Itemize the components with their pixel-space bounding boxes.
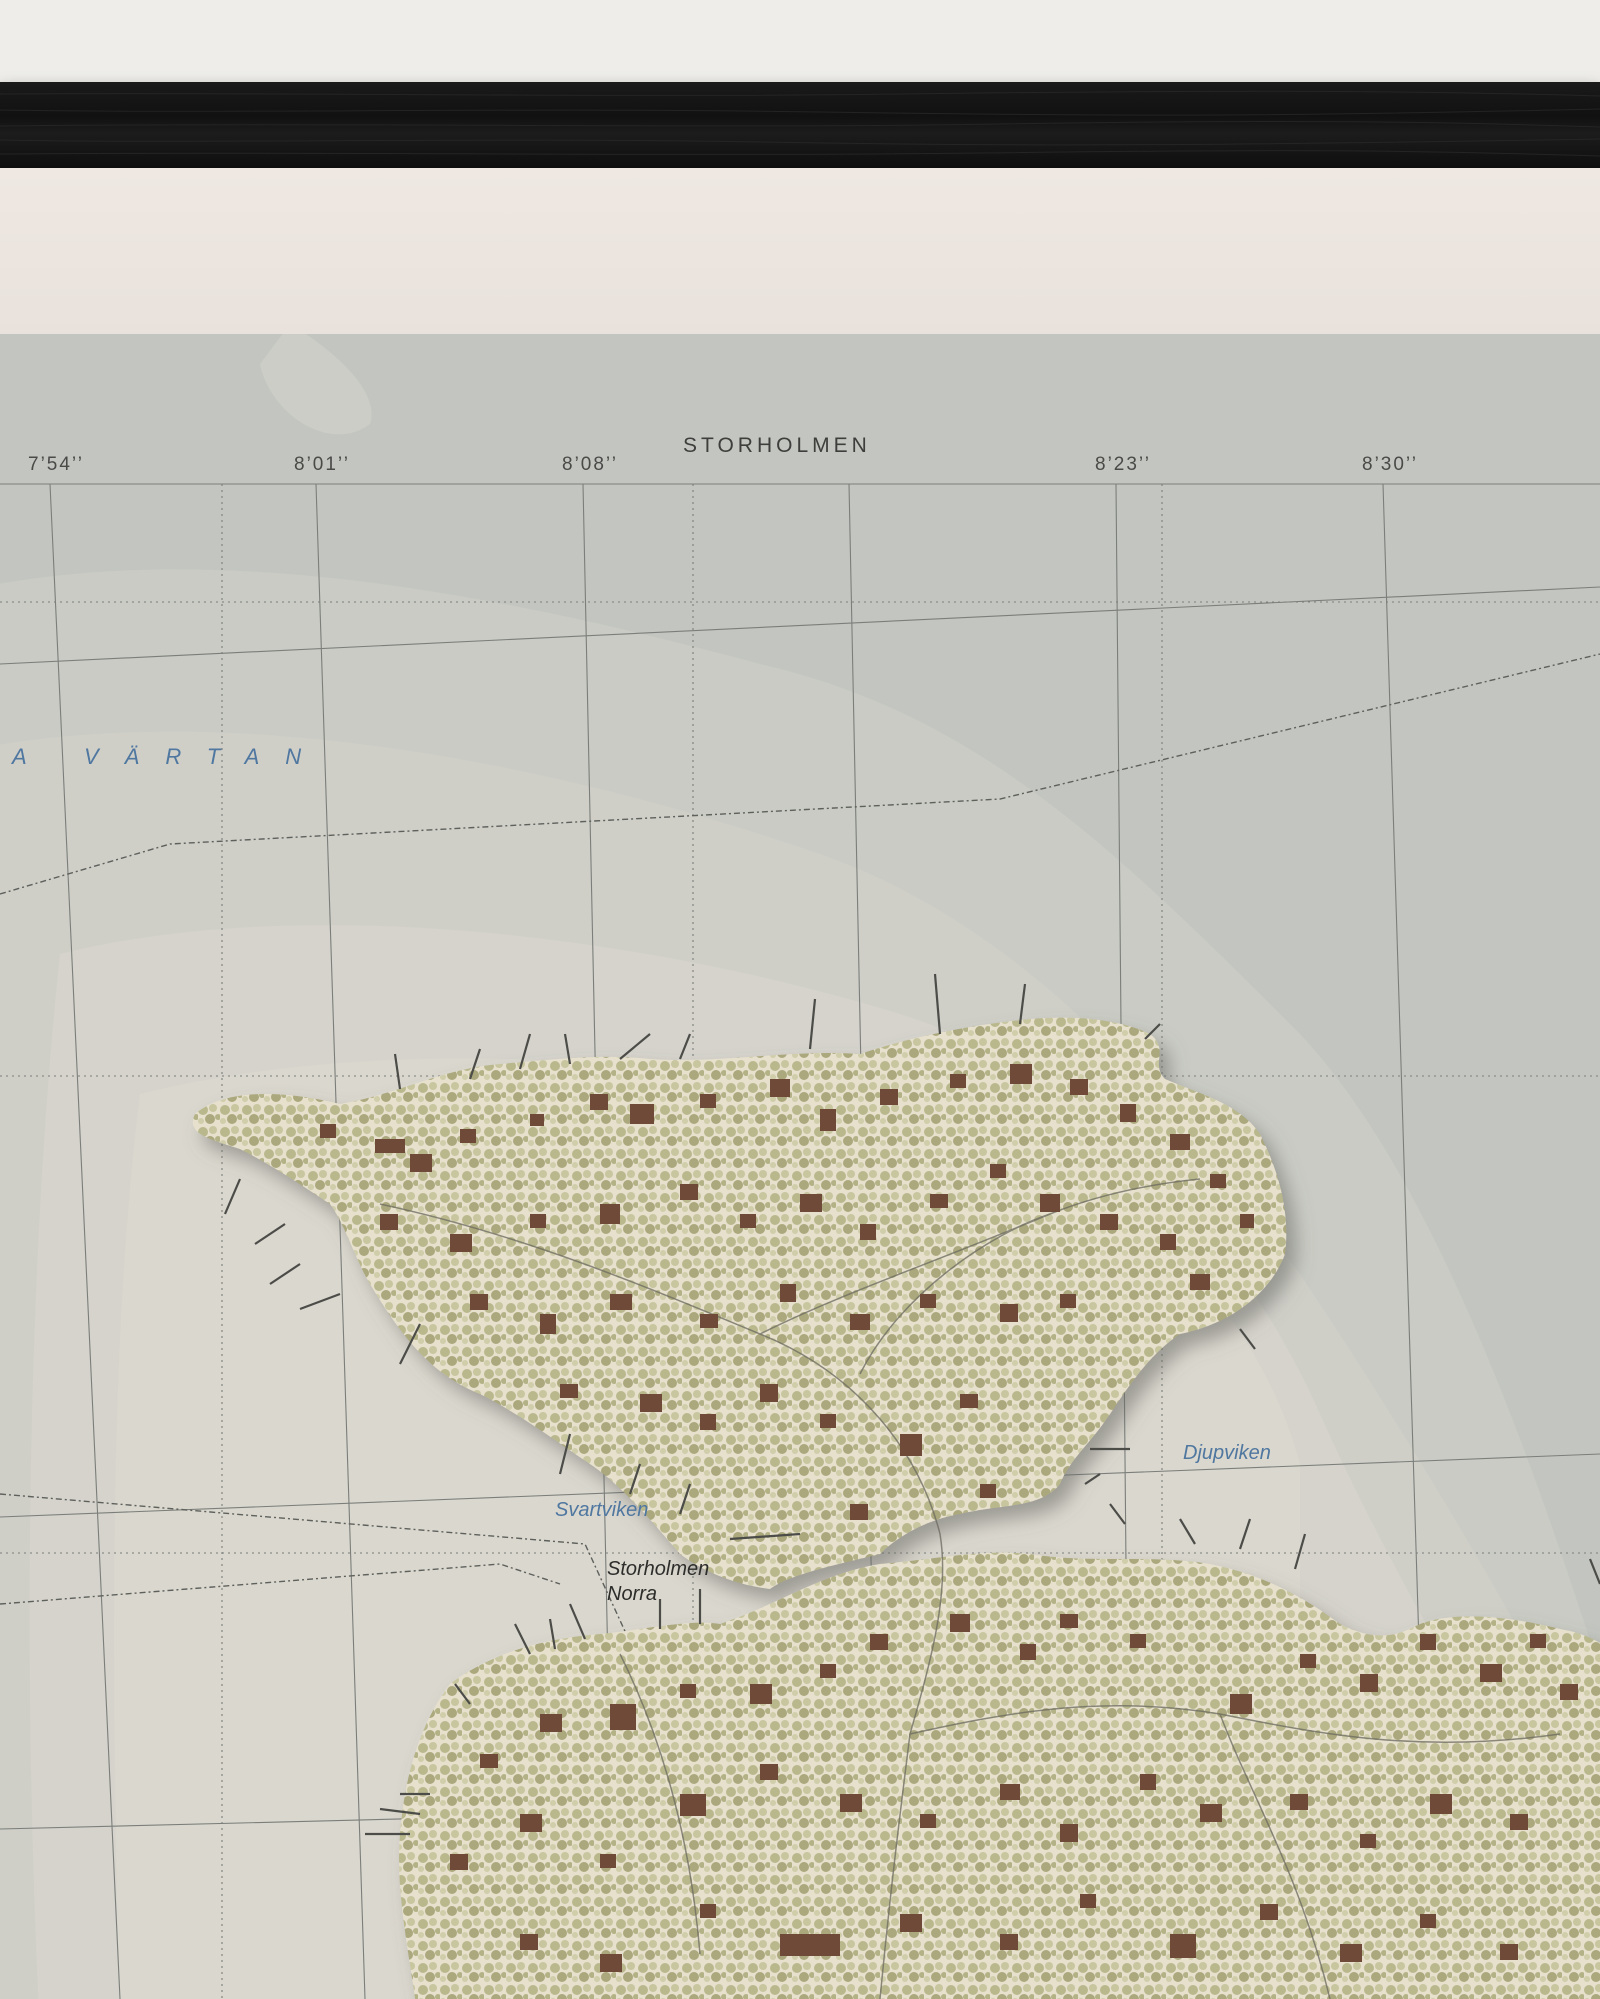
water-label-svartviken: Svartviken [555, 1499, 649, 1521]
map-title: STORHOLMEN [683, 434, 871, 457]
wall-background [0, 0, 1600, 82]
water-label-djupviken: Djupviken [1183, 1442, 1271, 1464]
coordinate-label: 8’08’’ [562, 454, 619, 475]
map-print: STORHOLMEN 7’54’’ 8’01’’ 8’08’’ 8’23’’ 8… [0, 334, 1600, 1999]
passe-partout-mat [0, 168, 1600, 334]
coordinate-label: 8’01’’ [294, 454, 351, 475]
place-label-line: Storholmen [607, 1558, 710, 1580]
map-canvas [0, 334, 1600, 1999]
coordinate-label: 8’30’’ [1362, 454, 1419, 475]
coordinate-label: 7’54’’ [28, 454, 85, 475]
coordinate-label: 8’23’’ [1095, 454, 1152, 475]
place-label-storholmen-norra: Storholmen Norra [607, 1557, 709, 1607]
water-label-vartan: A VÄRTAN [12, 744, 328, 769]
frame-wood-grain [0, 90, 1600, 157]
picture-frame [0, 82, 1600, 168]
place-label-line: Norra [607, 1583, 658, 1605]
